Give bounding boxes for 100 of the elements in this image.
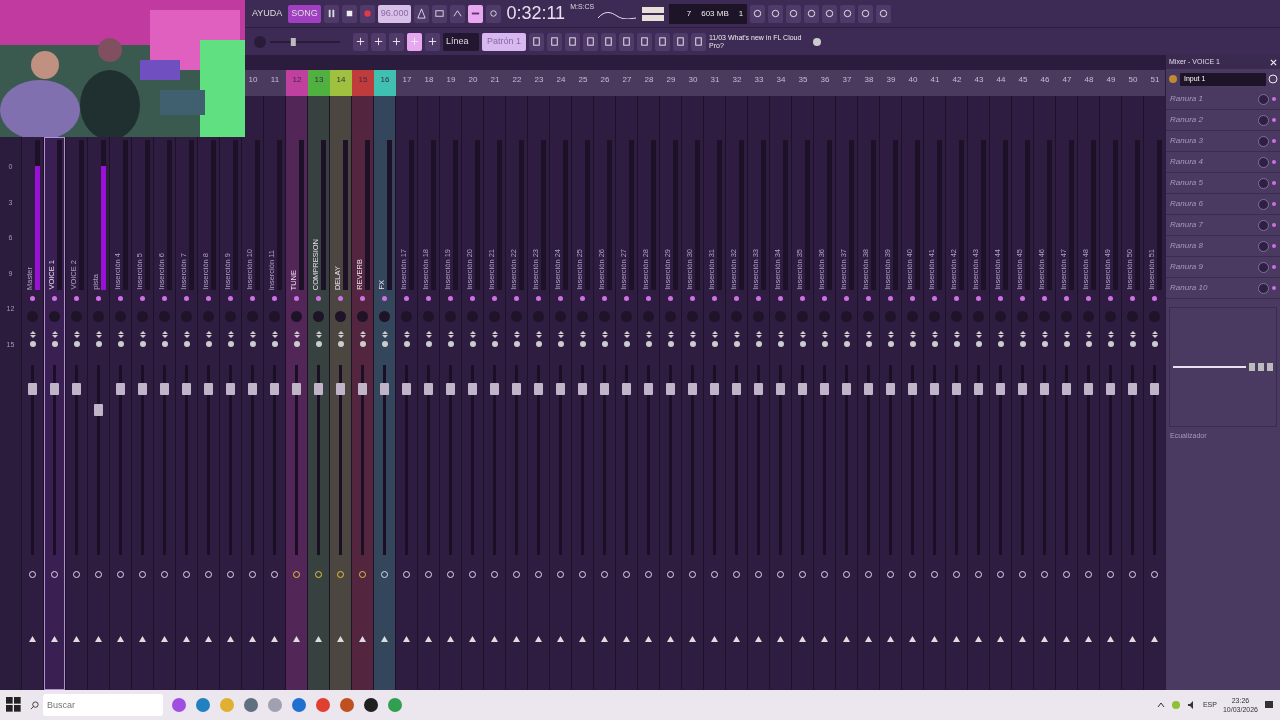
volume-fader[interactable]: [94, 404, 103, 417]
effect-slot[interactable]: Ranura 7: [1166, 215, 1280, 236]
effect-slot[interactable]: Ranura 5: [1166, 173, 1280, 194]
track-number[interactable]: 26: [594, 70, 616, 96]
stereo-separation-icon[interactable]: [28, 330, 37, 348]
volume-fader[interactable]: [1106, 382, 1115, 395]
volume-fader[interactable]: [1040, 382, 1049, 395]
volume-fader[interactable]: [1018, 382, 1027, 395]
stereo-separation-icon[interactable]: [908, 330, 917, 348]
slot-toggle[interactable]: [1272, 223, 1276, 227]
track-number[interactable]: 35: [792, 70, 814, 96]
track-number[interactable]: 27: [616, 70, 638, 96]
stereo-separation-icon[interactable]: [688, 330, 697, 348]
download-button[interactable]: [876, 4, 892, 23]
browser-button[interactable]: [601, 32, 616, 51]
stamp-button[interactable]: [425, 32, 440, 51]
stereo-separation-icon[interactable]: [292, 330, 301, 348]
volume-fader[interactable]: [336, 382, 345, 395]
send-arrow-icon[interactable]: [821, 636, 828, 642]
stereo-separation-icon[interactable]: [666, 330, 675, 348]
track-number[interactable]: 39: [880, 70, 902, 96]
track-number[interactable]: 38: [858, 70, 880, 96]
volume-fader[interactable]: [182, 382, 191, 395]
volume-fader[interactable]: [820, 382, 829, 395]
volume-fader[interactable]: [402, 382, 411, 395]
send-arrow-icon[interactable]: [337, 636, 344, 642]
slider-thumb[interactable]: [290, 37, 296, 46]
track-number[interactable]: 37: [836, 70, 858, 96]
send-arrow-icon[interactable]: [909, 636, 916, 642]
cart-button[interactable]: [691, 32, 706, 51]
volume-fader[interactable]: [292, 382, 301, 395]
track-number[interactable]: 41: [924, 70, 946, 96]
send-arrow-icon[interactable]: [117, 636, 124, 642]
stereo-separation-icon[interactable]: [864, 330, 873, 348]
send-arrow-icon[interactable]: [359, 636, 366, 642]
track-number[interactable]: 44: [990, 70, 1012, 96]
send-arrow-icon[interactable]: [95, 636, 102, 642]
search-field[interactable]: Buscar: [43, 694, 163, 716]
close-icon[interactable]: [1270, 58, 1277, 66]
send-arrow-icon[interactable]: [51, 636, 58, 642]
stereo-separation-icon[interactable]: [72, 330, 81, 348]
send-arrow-icon[interactable]: [887, 636, 894, 642]
track-number[interactable]: 49: [1100, 70, 1122, 96]
stereo-separation-icon[interactable]: [1062, 330, 1071, 348]
stereo-separation-icon[interactable]: [446, 330, 455, 348]
latency-icon[interactable]: [1268, 74, 1278, 84]
stereo-separation-icon[interactable]: [1106, 330, 1115, 348]
track-number[interactable]: 32: [726, 70, 748, 96]
volume-fader[interactable]: [512, 382, 521, 395]
loop-record-button[interactable]: [468, 4, 484, 23]
help-button[interactable]: [804, 4, 820, 23]
track-number[interactable]: 22: [506, 70, 528, 96]
send-arrow-icon[interactable]: [139, 636, 146, 642]
send-arrow-icon[interactable]: [469, 636, 476, 642]
track-number[interactable]: 21: [484, 70, 506, 96]
stereo-separation-icon[interactable]: [512, 330, 521, 348]
effect-slot[interactable]: Ranura 4: [1166, 152, 1280, 173]
send-arrow-icon[interactable]: [667, 636, 674, 642]
send-arrow-icon[interactable]: [1085, 636, 1092, 642]
stereo-separation-icon[interactable]: [1018, 330, 1027, 348]
track-number[interactable]: 43: [968, 70, 990, 96]
stereo-separation-icon[interactable]: [226, 330, 235, 348]
effect-slot[interactable]: Ranura 8: [1166, 236, 1280, 257]
stereo-separation-icon[interactable]: [116, 330, 125, 348]
send-arrow-icon[interactable]: [623, 636, 630, 642]
send-arrow-icon[interactable]: [997, 636, 1004, 642]
volume-fader[interactable]: [424, 382, 433, 395]
volume-fader[interactable]: [578, 382, 587, 395]
volume-fader[interactable]: [314, 382, 323, 395]
track-number[interactable]: 36: [814, 70, 836, 96]
volume-fader[interactable]: [204, 382, 213, 395]
volume-fader[interactable]: [1084, 382, 1093, 395]
send-arrow-icon[interactable]: [865, 636, 872, 642]
slot-toggle[interactable]: [1272, 265, 1276, 269]
volume-fader[interactable]: [798, 382, 807, 395]
stereo-separation-icon[interactable]: [600, 330, 609, 348]
send-arrow-icon[interactable]: [733, 636, 740, 642]
volume-fader[interactable]: [710, 382, 719, 395]
volume-fader[interactable]: [1062, 382, 1071, 395]
track-number[interactable]: 17: [396, 70, 418, 96]
stereo-separation-icon[interactable]: [270, 330, 279, 348]
volume-fader[interactable]: [688, 382, 697, 395]
track-number[interactable]: 18: [418, 70, 440, 96]
stereo-separation-icon[interactable]: [1150, 330, 1159, 348]
mix-knob[interactable]: [1258, 261, 1269, 273]
stereo-separation-icon[interactable]: [358, 330, 367, 348]
track-number[interactable]: 10: [242, 70, 264, 96]
volume-fader[interactable]: [138, 382, 147, 395]
volume-fader[interactable]: [930, 382, 939, 395]
plugin-button[interactable]: [637, 32, 652, 51]
stereo-separation-icon[interactable]: [644, 330, 653, 348]
slot-toggle[interactable]: [1272, 181, 1276, 185]
cut-button[interactable]: [768, 4, 784, 23]
track-number[interactable]: 50: [1122, 70, 1144, 96]
volume-fader[interactable]: [886, 382, 895, 395]
windows-start-icon[interactable]: [6, 697, 22, 713]
stereo-separation-icon[interactable]: [996, 330, 1005, 348]
effect-slot[interactable]: Ranura 1: [1166, 89, 1280, 110]
effect-slot[interactable]: Ranura 10: [1166, 278, 1280, 299]
send-arrow-icon[interactable]: [1019, 636, 1026, 642]
